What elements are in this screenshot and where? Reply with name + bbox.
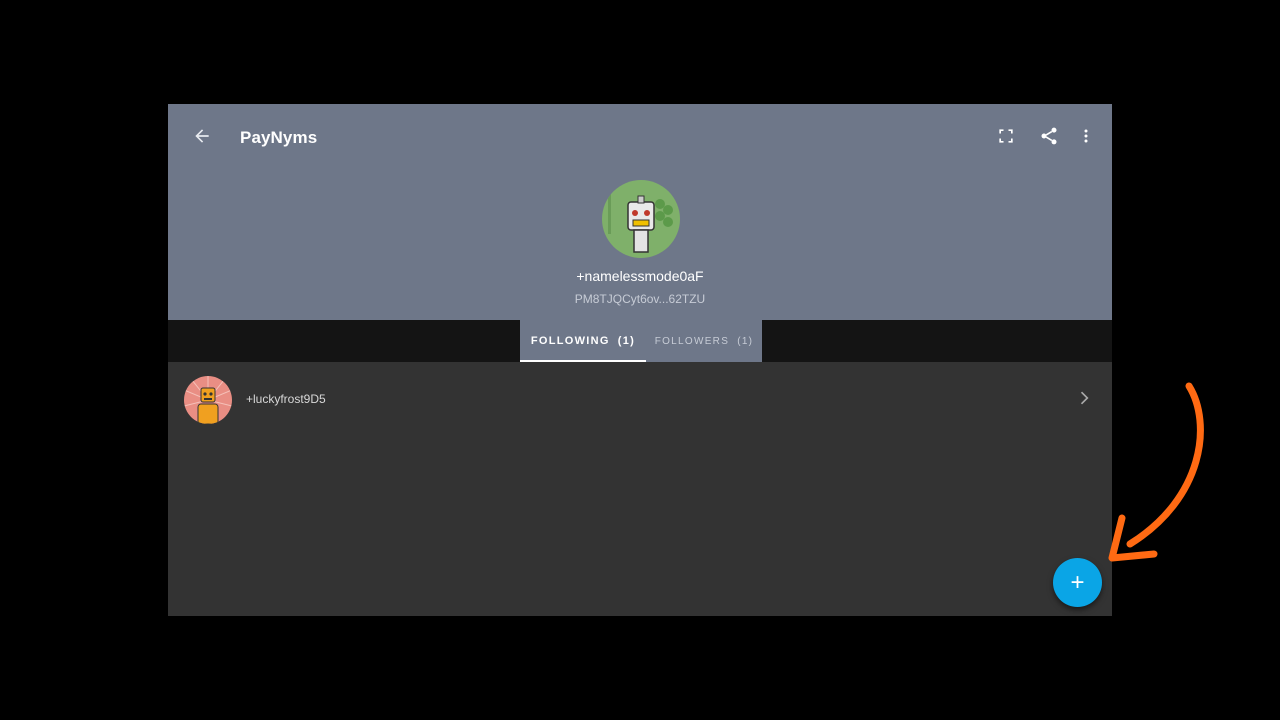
tab-followers[interactable]: FOLLOWERS (1) [646,320,762,362]
plus-icon: + [1070,568,1085,596]
profile-header: PayNyms +namelessmode0aF PM8TJQCyt6ov...… [168,104,1112,320]
tab-following-count: (1) [617,335,636,347]
robot-avatar-icon [602,180,680,258]
list-item-name: +luckyfrost9D5 [246,392,326,406]
back-button[interactable] [184,118,220,154]
tab-bar: FOLLOWING (1) FOLLOWERS (1) [168,320,1112,362]
payment-code[interactable]: PM8TJQCyt6ov...62TZU [168,292,1112,306]
tab-followers-count: (1) [737,335,754,347]
tab-followers-label: FOLLOWERS [654,335,730,347]
annotation-arrow-icon [1108,382,1204,562]
arrow-back-icon [195,129,209,143]
tab-following[interactable]: FOLLOWING (1) [520,320,646,362]
avatar [184,376,232,424]
share-button[interactable] [1031,118,1067,154]
app-bar: PayNyms [168,104,1112,168]
robot-avatar-icon [184,376,232,424]
profile-avatar [602,180,680,258]
paynyms-screen: PayNyms +namelessmode0aF PM8TJQCyt6ov...… [168,104,1112,616]
page-title: PayNyms [240,128,318,147]
chevron-right-icon [1080,391,1089,405]
add-paynym-button[interactable]: + [1053,558,1102,607]
fullscreen-icon [999,129,1013,143]
share-icon [1041,127,1057,145]
more-vert-icon [1084,129,1088,143]
fullscreen-button[interactable] [988,118,1024,154]
more-options-button[interactable] [1068,118,1104,154]
tab-following-label: FOLLOWING [530,335,610,347]
list-item[interactable]: +luckyfrost9D5 [168,362,1112,434]
paynym-name: +namelessmode0aF [576,268,704,284]
